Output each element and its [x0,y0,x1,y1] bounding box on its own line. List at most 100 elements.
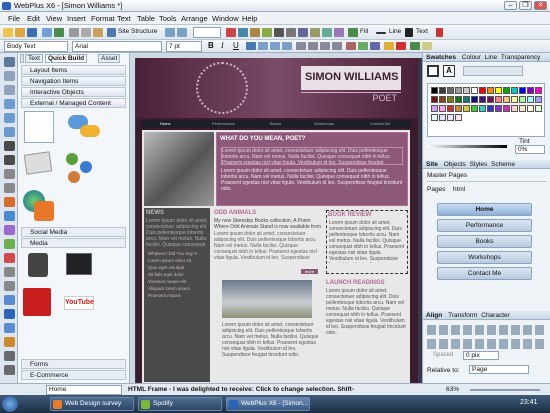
colour-swatch[interactable] [495,96,502,103]
tab-objects[interactable]: Objects [444,161,466,168]
colour-swatch[interactable] [487,96,494,103]
link-icon[interactable] [370,42,380,50]
news-item[interactable]: Quis eget volutpat [148,264,206,271]
publish-icon[interactable] [54,28,64,37]
colour-swatch[interactable] [447,87,454,94]
align-left-icon[interactable] [246,42,256,50]
menu-help[interactable]: Help [242,14,257,23]
tab-character[interactable]: Character [481,312,510,319]
fill-tool-icon[interactable] [4,267,15,277]
menu-window[interactable]: Window [212,14,239,23]
colour-swatch[interactable] [439,114,446,121]
website-page[interactable]: SIMON WILLIAMS POET Home Performance Boo… [136,58,418,383]
colour-swatch[interactable] [495,87,502,94]
tab-line[interactable]: Line [485,54,497,61]
transparency-tool-icon[interactable] [4,281,15,291]
sitemap-node-3-icon[interactable] [68,171,80,183]
italic-button[interactable]: I [221,41,224,50]
colour-swatch[interactable] [527,87,534,94]
close-button[interactable]: ✕ [534,1,547,10]
more-button[interactable]: more [300,269,318,274]
colour-swatch[interactable] [439,105,446,112]
panel-menu-tab[interactable] [20,54,24,63]
media-tool-icon[interactable] [4,351,15,361]
swatch-grid[interactable] [427,83,545,137]
cut-icon[interactable] [69,28,79,37]
sitemap-node-2-icon[interactable] [80,161,92,173]
site-nav-contact[interactable]: Contact Me [370,121,390,126]
sitemap-node-icon[interactable] [66,153,78,165]
colour-swatch[interactable] [519,96,526,103]
table-tool-icon[interactable] [4,211,15,221]
menu-text[interactable]: Text [117,14,131,23]
colour-swatch[interactable] [511,105,518,112]
site-nav-books[interactable]: Books [270,121,281,126]
master-pages-row[interactable]: Master Pages [427,172,547,182]
effects-icon[interactable] [334,28,344,37]
speaker-icon[interactable] [28,253,48,277]
zoom-combo[interactable] [193,27,221,38]
align-center-icon[interactable] [258,42,268,50]
page-home[interactable]: Home [437,203,532,216]
news-item[interactable]: Vivamus neque elit [148,278,206,285]
colour-swatch[interactable] [455,105,462,112]
category-external-content[interactable]: External / Managed Content [21,98,126,108]
html-tool-icon[interactable] [4,295,15,305]
pointer-tool-icon[interactable] [4,57,15,67]
intro-box[interactable]: WHAT DO YOU MEAN, POET? Lorem ipsum dolo… [216,132,408,206]
size-combo[interactable]: 7 pt [166,41,202,52]
page-select[interactable]: Home [46,385,122,395]
taskbar-spotify[interactable]: Spotify [138,397,222,411]
colour-swatch[interactable] [479,105,486,112]
colour-swatch[interactable] [431,105,438,112]
tab-site[interactable]: Site [426,161,438,168]
category-interactive-objects[interactable]: Interactive Objects [21,87,126,97]
page-workshops[interactable]: Workshops [437,251,532,264]
pan-tool-icon[interactable] [4,99,15,109]
tab-colour[interactable]: Colour [462,54,481,61]
page-performance[interactable]: Performance [437,219,532,232]
colour-swatch[interactable] [503,87,510,94]
tab-scheme[interactable]: Scheme [491,161,515,168]
video-clapper-icon[interactable] [66,253,92,275]
colour-swatch[interactable] [503,105,510,112]
highlight-icon[interactable] [384,42,394,50]
menu-format[interactable]: Format [91,14,115,23]
tab-styles[interactable]: Styles [470,161,488,168]
new-icon[interactable] [3,28,13,37]
crop-icon[interactable] [310,28,320,37]
rotate-tool-icon[interactable] [4,71,15,81]
tint-value[interactable]: 0% [515,145,545,154]
site-nav-home[interactable]: Home [160,121,171,126]
text-tool-icon[interactable] [4,141,15,151]
palette-combo[interactable] [463,66,523,76]
tab-asset[interactable]: Asset [98,54,121,63]
colour-swatch[interactable] [503,96,510,103]
site-structure-button[interactable]: Site Structure [118,28,157,35]
book-review-frame[interactable]: BOOK REVIEW Lorem ipsum dolor sit amet, … [326,210,408,274]
tab-swatches[interactable]: Swatches [426,54,456,61]
clear-icon[interactable] [436,28,443,37]
taskbar-webplus[interactable]: WebPlus X6 - [Simon... [226,397,310,411]
open-icon[interactable] [15,28,25,37]
outdent-icon[interactable] [332,42,342,50]
page-contact-me[interactable]: Contact Me [437,267,532,280]
frame-icon[interactable] [358,42,368,50]
speech-bubble-2-icon[interactable] [80,125,100,137]
rss-icon[interactable] [34,201,54,221]
news-item[interactable]: Whatever Did You Say It [148,250,206,257]
flash-icon[interactable] [23,288,51,316]
more-tools-icon[interactable] [4,365,15,375]
start-button[interactable] [2,396,18,412]
text-colour-button[interactable]: Text [416,28,428,35]
align-right-icon[interactable] [270,42,280,50]
site-title[interactable]: SIMON WILLIAMS [301,66,401,90]
align-icon[interactable] [274,28,284,37]
news-item[interactable]: Praesent mauris [148,292,206,299]
colour-swatch[interactable] [519,105,526,112]
section-forms[interactable]: Forms [21,359,126,369]
colour-swatch[interactable] [527,96,534,103]
colour-swatch[interactable] [535,105,542,112]
html-button[interactable]: html [453,186,465,193]
anchor-tool-icon[interactable] [4,253,15,263]
